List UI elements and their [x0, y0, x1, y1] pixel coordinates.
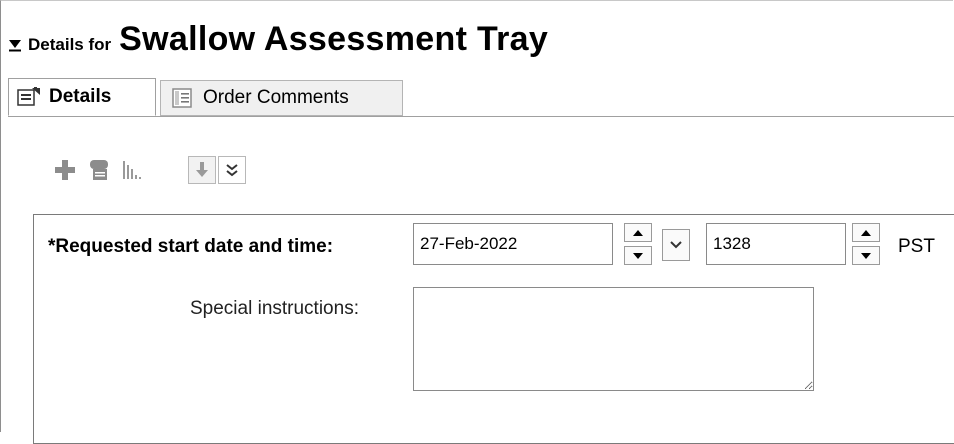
link-icon	[90, 160, 108, 180]
tab-details-label: Details	[49, 86, 112, 107]
spin-up-icon	[633, 229, 643, 236]
toolbar	[50, 150, 246, 190]
details-tab-icon	[17, 86, 41, 108]
tab-details[interactable]: Details	[8, 78, 156, 116]
add-icon	[55, 160, 75, 180]
start-date-label: *Requested start date and time:	[48, 236, 334, 257]
date-spin-up-button[interactable]	[624, 223, 652, 242]
special-instructions-label: Special instructions:	[190, 298, 359, 319]
tab-order-comments[interactable]: Order Comments	[160, 80, 403, 116]
tab-strip: Details Order Comments	[8, 78, 954, 117]
expand-chevron-icon	[226, 164, 238, 177]
expand-button[interactable]	[218, 156, 246, 184]
page-title: Swallow Assessment Tray	[119, 20, 549, 58]
timezone-label: PST	[898, 236, 935, 257]
comments-tab-icon	[171, 87, 195, 109]
add-button[interactable]	[50, 155, 80, 185]
date-spinner[interactable]	[624, 223, 652, 265]
details-header: Details for Swallow Assessment Tray	[8, 20, 548, 60]
download-arrow-icon	[196, 162, 208, 177]
link-button[interactable]	[84, 155, 114, 185]
chevron-down-icon	[670, 241, 682, 249]
details-for-label: Details for	[28, 35, 112, 54]
chart-icon	[123, 161, 141, 179]
chart-button[interactable]	[118, 155, 148, 185]
time-spin-down-button[interactable]	[852, 246, 880, 265]
tab-order-comments-label: Order Comments	[203, 87, 349, 108]
time-spin-up-button[interactable]	[852, 223, 880, 242]
spin-down-icon	[861, 252, 871, 259]
spin-down-icon	[633, 252, 643, 259]
spin-up-icon	[861, 229, 871, 236]
collapse-arrow-icon[interactable]	[8, 38, 22, 52]
start-date-input[interactable]	[413, 223, 613, 265]
date-dropdown-button[interactable]	[662, 229, 690, 261]
special-instructions-input[interactable]	[413, 287, 814, 391]
start-time-input[interactable]	[706, 223, 846, 265]
time-spinner[interactable]	[852, 223, 880, 265]
move-down-button[interactable]	[188, 156, 216, 184]
date-spin-down-button[interactable]	[624, 246, 652, 265]
